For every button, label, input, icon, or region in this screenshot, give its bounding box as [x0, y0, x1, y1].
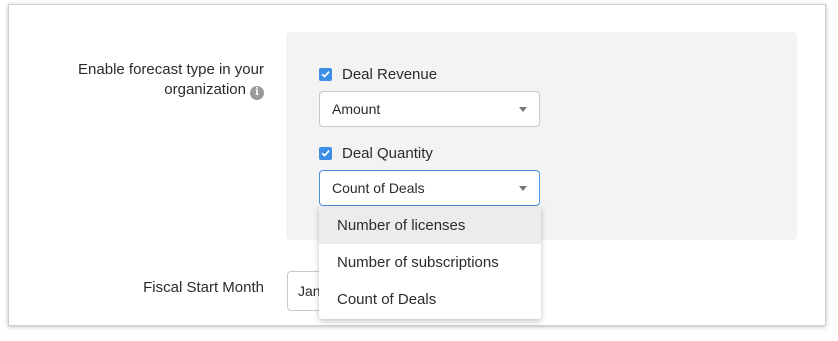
fiscal-start-month-value: Jan [298, 283, 321, 299]
checkmark-icon [321, 150, 330, 157]
deal-revenue-select-value: Amount [332, 101, 381, 117]
chevron-down-icon [519, 107, 527, 112]
dropdown-option[interactable]: Number of subscriptions [319, 244, 541, 281]
deal-quantity-dropdown-menu: Number of licenses Number of subscriptio… [319, 207, 541, 319]
dropdown-option[interactable]: Number of licenses [319, 207, 541, 244]
deal-revenue-row[interactable]: Deal Revenue [319, 66, 437, 83]
deal-quantity-select[interactable]: Count of Deals [319, 170, 540, 206]
chevron-down-icon [519, 186, 527, 191]
dropdown-option[interactable]: Count of Deals [319, 281, 541, 318]
forecast-label-line2: organization [164, 81, 246, 98]
deal-revenue-label: Deal Revenue [342, 66, 438, 83]
forecast-label-line1: Enable forecast type in your [78, 61, 264, 78]
forecast-type-label: Enable forecast type in your organizatio… [34, 60, 264, 100]
checkmark-icon [321, 71, 330, 78]
forecast-label-line2-wrap: organization i [34, 80, 264, 100]
info-icon[interactable]: i [250, 86, 264, 100]
deal-revenue-select[interactable]: Amount [319, 91, 540, 127]
deal-quantity-label: Deal Quantity [342, 145, 433, 162]
fiscal-start-month-label: Fiscal Start Month [143, 279, 264, 296]
deal-quantity-checkbox[interactable] [319, 147, 332, 160]
deal-revenue-checkbox[interactable] [319, 68, 332, 81]
deal-quantity-select-value: Count of Deals [332, 180, 425, 196]
deal-quantity-row[interactable]: Deal Quantity [319, 145, 433, 162]
